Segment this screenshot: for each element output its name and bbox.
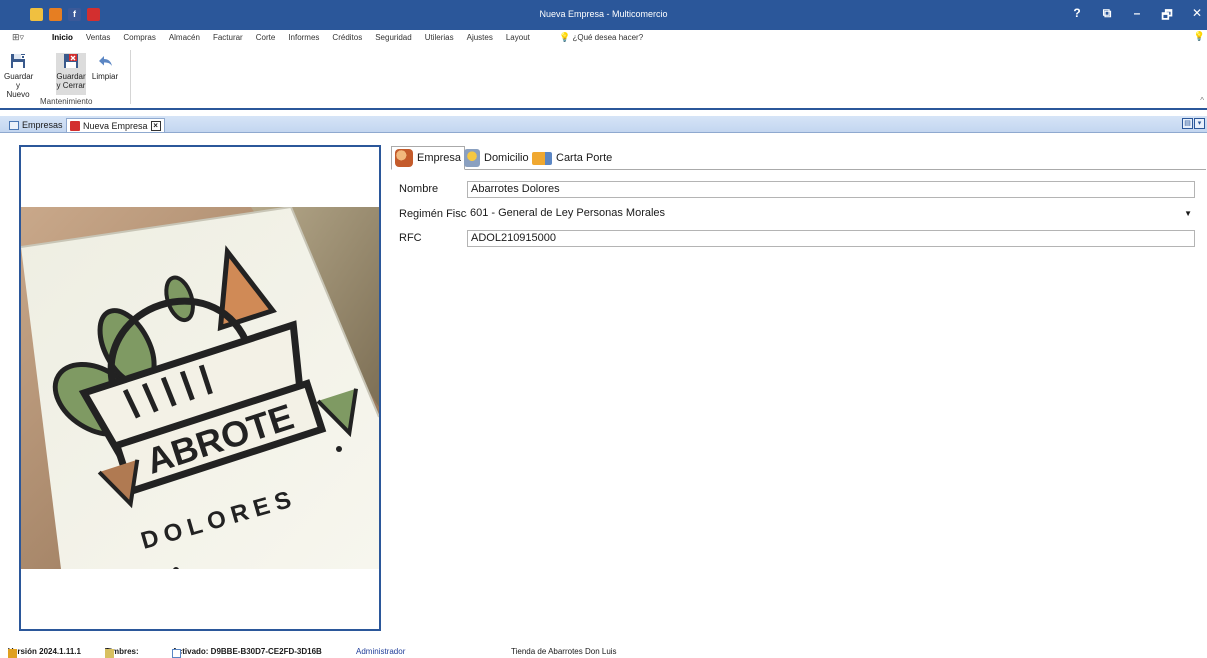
- tab-domicilio[interactable]: Domicilio: [461, 146, 532, 170]
- tab-dropdown-icon[interactable]: ▾: [1194, 118, 1205, 129]
- tab-ajustes[interactable]: Ajustes: [467, 33, 493, 42]
- tell-me-text: ¿Qué desea hacer?: [572, 33, 644, 42]
- map-pin-icon: [464, 149, 480, 167]
- document-tab-strip: Empresas Nueva Empresa × ▤ ▾: [0, 116, 1207, 133]
- restore-layout-button[interactable]: ⧉: [1101, 6, 1113, 27]
- clear-label: Limpiar: [91, 72, 119, 81]
- field-row-rfc: RFC ADOL210915000: [399, 230, 1196, 247]
- doc-tab-nueva-empresa[interactable]: Nueva Empresa ×: [66, 118, 165, 132]
- group-separator: [130, 50, 131, 104]
- maximize-button[interactable]: 🗗: [1161, 6, 1173, 27]
- save-close-button[interactable]: Guardar y Cerrar: [56, 53, 86, 95]
- tab-almacen[interactable]: Almacén: [169, 33, 200, 42]
- doc-tab-empresas[interactable]: Empresas: [6, 118, 66, 132]
- ribbon-tab-bar: ⊞▿ Inicio Ventas Compras Almacén Factura…: [0, 30, 1207, 46]
- tab-empresa-label: Empresa: [417, 152, 462, 164]
- save-close-label-1: Guardar: [56, 72, 86, 81]
- tab-carta-porte[interactable]: Carta Porte: [529, 146, 615, 170]
- status-version: Versión 2024.1.11.1: [8, 647, 81, 658]
- book-icon: [70, 120, 80, 131]
- status-user[interactable]: Administrador: [356, 647, 405, 656]
- tab-seguridad[interactable]: Seguridad: [375, 33, 411, 42]
- field-row-regimen: Regimén Fiscal 601 - General de Ley Pers…: [399, 206, 1196, 223]
- group-label-mantenimiento: Mantenimiento: [40, 97, 93, 106]
- tab-layout[interactable]: Layout: [506, 33, 530, 42]
- doc-tab-label: Empresas: [22, 120, 63, 130]
- title-bar: f Nueva Empresa - Multicomercio ? ⧉ – 🗗 …: [0, 0, 1207, 30]
- app-menu-button[interactable]: ⊞▿: [12, 32, 24, 43]
- status-timbres[interactable]: Timbres:: [105, 647, 139, 658]
- nombre-label: Nombre: [399, 183, 439, 195]
- regimen-fiscal-value: 601 - General de Ley Personas Morales: [470, 207, 666, 219]
- list-icon: [9, 120, 19, 130]
- clear-button[interactable]: Limpiar: [91, 53, 119, 81]
- close-button[interactable]: ✕: [1191, 6, 1203, 27]
- tab-inicio[interactable]: Inicio: [52, 33, 73, 42]
- tab-facturar[interactable]: Facturar: [213, 33, 243, 42]
- tab-creditos[interactable]: Créditos: [332, 33, 362, 42]
- close-tab-icon[interactable]: ×: [150, 120, 161, 131]
- doc-tab-label: Nueva Empresa: [83, 120, 148, 131]
- save-close-label-2: y Cerrar: [56, 81, 86, 90]
- window-title: Nueva Empresa - Multicomercio: [539, 9, 668, 19]
- save-new-label-2: y Nuevo: [6, 81, 30, 99]
- tell-me-search[interactable]: 💡 ¿Qué desea hacer?: [559, 32, 643, 43]
- tab-ventas[interactable]: Ventas: [86, 33, 110, 42]
- tab-corte[interactable]: Corte: [256, 33, 276, 42]
- save-new-icon: [11, 54, 25, 68]
- people-icon: [395, 149, 413, 167]
- rfc-label: RFC: [399, 232, 422, 244]
- lightbulb-icon[interactable]: 💡: [1194, 31, 1205, 42]
- regimen-fiscal-select[interactable]: 601 - General de Ley Personas Morales ▼: [467, 206, 1195, 223]
- help-button[interactable]: ?: [1071, 6, 1083, 27]
- field-row-nombre: Nombre Abarrotes Dolores: [399, 181, 1196, 198]
- collapse-ribbon-icon[interactable]: ^: [1200, 96, 1204, 105]
- form-tab-strip: Empresa Domicilio Carta Porte: [391, 146, 1206, 170]
- tab-compras[interactable]: Compras: [123, 33, 155, 42]
- minimize-button[interactable]: –: [1131, 6, 1143, 27]
- tab-empresa[interactable]: Empresa: [391, 146, 466, 170]
- tab-informes[interactable]: Informes: [288, 33, 319, 42]
- dropdown-arrow-icon[interactable]: ▼: [1184, 209, 1192, 218]
- save-new-button[interactable]: Guardar y Nuevo: [4, 53, 34, 99]
- status-activado: Activado: D9BBE-B30D7-CE2FD-3D16B: [172, 647, 322, 658]
- tab-domicilio-label: Domicilio: [484, 152, 529, 164]
- tab-utilerias[interactable]: Utilerias: [425, 33, 454, 42]
- tab-list-icon[interactable]: ▤: [1182, 118, 1193, 129]
- company-logo-frame[interactable]: ABROTE DOLORES: [19, 145, 381, 631]
- ribbon: Guardar y Nuevo Guardar y Cerrar Limpiar…: [0, 46, 1207, 108]
- tab-carta-porte-label: Carta Porte: [556, 152, 613, 164]
- truck-icon: [532, 151, 552, 165]
- save-close-icon: [64, 54, 78, 68]
- rfc-input[interactable]: ADOL210915000: [467, 230, 1195, 247]
- regimen-fiscal-label: Regimén Fiscal: [399, 208, 475, 220]
- nombre-input[interactable]: Abarrotes Dolores: [467, 181, 1195, 198]
- ribbon-divider: [0, 108, 1207, 110]
- save-new-label-1: Guardar: [4, 72, 34, 81]
- company-logo-image: ABROTE DOLORES: [21, 207, 379, 569]
- status-bar: Versión 2024.1.11.1 Timbres: Activado: D…: [0, 645, 1207, 658]
- status-store: Tienda de Abarrotes Don Luis: [511, 647, 617, 656]
- lightbulb-icon: 💡: [559, 32, 571, 42]
- undo-arrow-icon: [99, 56, 112, 66]
